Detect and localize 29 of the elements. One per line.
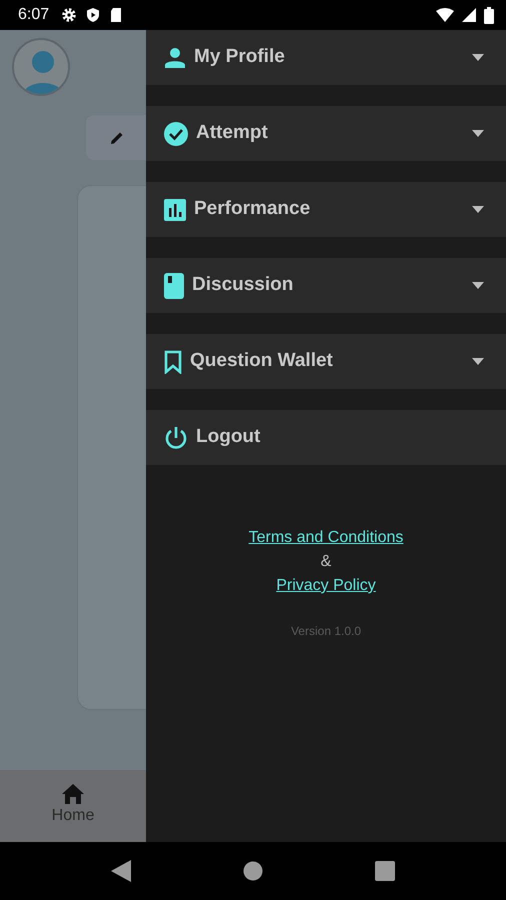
sd-card-icon [109, 7, 124, 23]
check-circle-icon [164, 122, 188, 146]
bookmark-icon [164, 350, 182, 374]
battery-icon [484, 6, 494, 24]
drawer-menu-item[interactable]: Question Wallet [146, 334, 506, 389]
book-icon [164, 272, 184, 298]
edit-button[interactable] [86, 115, 146, 160]
drawer-menu-item[interactable]: Logout [146, 410, 506, 465]
shield-icon [85, 7, 102, 23]
gear-icon [61, 7, 78, 23]
terms-link[interactable]: Terms and Conditions [248, 526, 404, 550]
drawer-menu-item[interactable]: My Profile [146, 30, 506, 85]
clock: 6:07 [18, 5, 50, 25]
pencil-icon [109, 130, 125, 146]
drawer-menu-item[interactable]: Attempt [146, 106, 506, 161]
version-text: Version 1.0.0 [290, 623, 362, 640]
home-icon[interactable] [243, 861, 263, 881]
signal-icon [462, 8, 476, 22]
privacy-link[interactable]: Privacy Policy [276, 574, 376, 598]
power-icon [164, 426, 188, 450]
separator-text: & [320, 552, 332, 572]
bar-chart-icon [164, 198, 186, 220]
drawer-menu-item[interactable]: Performance [146, 182, 506, 237]
home-icon [62, 784, 84, 804]
wifi-icon [436, 8, 454, 22]
drawer-menu-item[interactable]: Discussion [146, 258, 506, 313]
recents-icon[interactable] [375, 861, 395, 881]
person-icon [164, 46, 186, 68]
back-icon[interactable] [111, 860, 131, 882]
